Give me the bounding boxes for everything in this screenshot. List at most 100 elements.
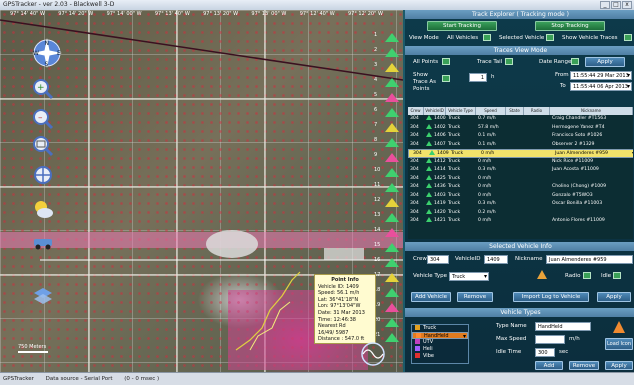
- column-header[interactable]: Nickname: [550, 107, 633, 115]
- column-header[interactable]: Crew: [408, 107, 424, 115]
- vehicle-icon[interactable]: [32, 230, 54, 252]
- table-cell: 304: [410, 209, 419, 215]
- tray-item[interactable]: 1: [372, 30, 400, 45]
- vehicle-type-item[interactable]: Heli: [412, 346, 468, 353]
- add-type-button[interactable]: Add: [535, 361, 563, 370]
- table-row[interactable]: 304 1420 Truck 0.2 m/h: [408, 208, 633, 218]
- tray-item[interactable]: 14: [372, 225, 400, 240]
- show-vehicle-traces-checkbox[interactable]: [624, 34, 632, 41]
- table-cell: [527, 150, 553, 157]
- tray-item[interactable]: 17: [372, 270, 400, 285]
- table-cell: 0 m/h: [478, 175, 492, 181]
- from-datetime-picker[interactable]: 11:55:44 29 Mar 2013: [570, 71, 632, 80]
- layers-icon[interactable]: [32, 286, 54, 308]
- zoom-extent-icon[interactable]: [32, 135, 54, 157]
- close-button[interactable]: x: [622, 1, 632, 9]
- tray-item[interactable]: 9: [372, 150, 400, 165]
- crew-field[interactable]: 304: [427, 255, 449, 264]
- table-row[interactable]: 304 1409 Truck 0 m/h Juan Almenderes #959: [408, 149, 633, 158]
- table-row[interactable]: 304 1400 Truck 0.7 m/h Craig Chandler #T1563: [408, 115, 633, 124]
- svg-text:E: E: [57, 50, 61, 57]
- tray-item[interactable]: 11: [372, 180, 400, 195]
- tray-item[interactable]: 15: [372, 240, 400, 255]
- tray-item[interactable]: 8: [372, 135, 400, 150]
- table-cell: 0 m/h: [478, 184, 492, 189]
- selected-vehicle-checkbox[interactable]: [546, 34, 554, 41]
- table-row[interactable]: 304 1402 Truck 57.8 m/h Hermogene Yanez #T4: [408, 123, 633, 133]
- stop-tracking-button[interactable]: Stop Tracking: [535, 21, 605, 31]
- zoom-in-icon[interactable]: +: [32, 78, 54, 100]
- tray-item[interactable]: 4: [372, 75, 400, 90]
- vehicle-type-item[interactable]: Vibe: [412, 353, 468, 360]
- app-window: GPSTracker - ver 2.03 - Blackwell 3-D _ …: [0, 0, 634, 385]
- max-speed-field[interactable]: [535, 335, 565, 344]
- vehicle-marker-icon: [426, 200, 432, 205]
- column-header[interactable]: State: [506, 107, 524, 115]
- column-header[interactable]: Radio: [524, 107, 550, 115]
- column-header[interactable]: Speed: [476, 107, 506, 115]
- radio-checkbox[interactable]: [583, 272, 591, 279]
- remove-type-button[interactable]: Remove: [569, 361, 599, 370]
- tray-item[interactable]: 16: [372, 255, 400, 270]
- tray-item[interactable]: 13: [372, 210, 400, 225]
- idle-checkbox[interactable]: [613, 272, 621, 279]
- vehicle-type-item[interactable]: HandHeld: [412, 332, 468, 340]
- table-row[interactable]: 304 1414 Truck 0.3 m/h Juan Acosta #11009: [408, 166, 633, 175]
- tray-item[interactable]: 5: [372, 90, 400, 105]
- vehicle-type-select[interactable]: Truck: [449, 272, 489, 281]
- vehicle-id: 1425: [434, 175, 446, 181]
- table-row[interactable]: 304 1406 Truck 0.1 m/h Francisco Soto #1026: [408, 132, 633, 141]
- import-log-button[interactable]: Import Log to Vehicle: [513, 292, 589, 302]
- table-row[interactable]: 304 1407 Truck 0.1 m/h Observer 2 #1329: [408, 140, 633, 150]
- tray-item[interactable]: 3: [372, 60, 400, 75]
- weather-icon[interactable]: [32, 198, 54, 220]
- all-vehicles-checkbox[interactable]: [483, 34, 491, 41]
- tray-item[interactable]: 10: [372, 165, 400, 180]
- table-row[interactable]: 304 1421 Truck 0 m/h Antonio Flores #11009: [408, 217, 633, 226]
- tray-item[interactable]: 19: [372, 300, 400, 315]
- table-row[interactable]: 304 1403 Truck 0 m/h Gonzalo #T5WO3: [408, 191, 633, 201]
- minimize-button[interactable]: _: [600, 1, 610, 9]
- traces-apply-button[interactable]: Apply: [585, 57, 625, 67]
- crosshair-icon[interactable]: [32, 164, 54, 186]
- column-header[interactable]: Vehicle Type: [446, 107, 476, 115]
- vehicle-type-item[interactable]: UTV: [412, 339, 468, 346]
- type-apply-button[interactable]: Apply: [605, 361, 633, 370]
- add-vehicle-button[interactable]: Add Vehicle: [411, 292, 451, 302]
- idle-time-field[interactable]: 300: [535, 348, 555, 357]
- table-row[interactable]: 304 1425 Truck 0 m/h: [408, 174, 633, 184]
- table-cell: 304: [410, 116, 419, 121]
- start-tracking-button[interactable]: Start Tracking: [427, 21, 497, 31]
- trace-tail-input[interactable]: 1: [469, 73, 487, 82]
- tray-item[interactable]: 12: [372, 195, 400, 210]
- table-row[interactable]: 304 1436 Truck 0 m/h Cholino (Chong) #1009: [408, 183, 633, 192]
- show-trace-checkbox[interactable]: [442, 75, 450, 82]
- table-row[interactable]: 304 1419 Truck 0.3 m/h Oscar Bonilla #11003: [408, 200, 633, 209]
- table-cell: 1436: [424, 183, 446, 192]
- vehicle-type-item[interactable]: Truck: [412, 325, 468, 332]
- trace-tail-checkbox[interactable]: [505, 58, 513, 65]
- compass-icon[interactable]: N S W E: [30, 36, 64, 70]
- vehicleid-field[interactable]: 1409: [484, 255, 508, 264]
- tray-item[interactable]: 2: [372, 45, 400, 60]
- tray-item[interactable]: 6: [372, 105, 400, 120]
- tray-item[interactable]: 18: [372, 285, 400, 300]
- column-header[interactable]: VehicleID: [424, 107, 446, 115]
- table-cell: [524, 115, 550, 124]
- table-cell: [506, 115, 524, 124]
- date-range-checkbox[interactable]: [571, 58, 579, 65]
- all-points-checkbox[interactable]: [442, 58, 450, 65]
- nickname-field[interactable]: Juan Almenderes #959: [546, 255, 633, 264]
- vehicle-apply-button[interactable]: Apply: [597, 292, 631, 302]
- tray-item[interactable]: 20: [372, 315, 400, 330]
- to-datetime-picker[interactable]: 11:55:44 06 Apr 2013: [570, 82, 632, 91]
- type-name-field[interactable]: HandHeld: [535, 322, 591, 331]
- maximize-button[interactable]: □: [611, 1, 621, 9]
- table-cell: [506, 175, 524, 184]
- zoom-out-icon[interactable]: –: [32, 108, 54, 130]
- remove-vehicle-button[interactable]: Remove: [457, 292, 493, 302]
- load-icon-button[interactable]: Load Icon: [605, 338, 633, 350]
- map-view[interactable]: 97° 14' 40" W 97° 14' 20" W 97° 14' 00" …: [0, 10, 403, 372]
- tray-item[interactable]: 7: [372, 120, 400, 135]
- table-row[interactable]: 304 1412 Truck 0 m/h Nick Rice #11009: [408, 157, 633, 167]
